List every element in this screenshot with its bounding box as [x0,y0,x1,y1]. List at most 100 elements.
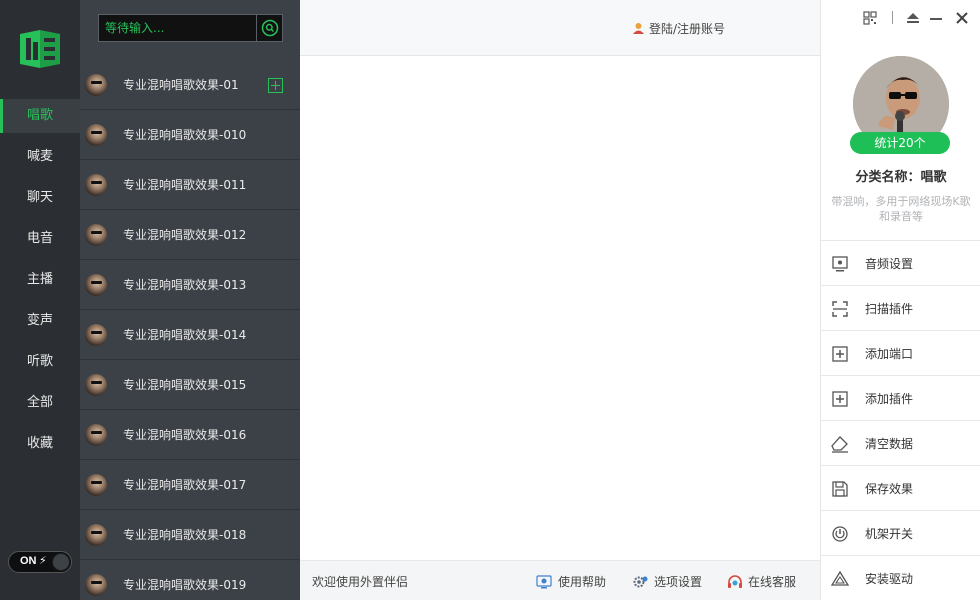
close-icon[interactable] [955,10,969,26]
nav-item[interactable]: 喊麦 [0,140,80,174]
preset-name: 专业混响唱歌效果-018 [123,528,247,542]
main-area: 登陆/注册账号 欢迎使用外置伴侣 使用帮助 选项设置 在线客服 [300,0,820,600]
nav-item[interactable]: 聊天 [0,181,80,215]
menu-item-label: 扫描插件 [865,302,914,316]
eraser-icon [831,436,848,453]
preset-name: 专业混响唱歌效果-01 [123,78,239,92]
preset-row[interactable]: 专业混响唱歌效果-01 [80,60,300,110]
menu-item[interactable]: 保存效果 [821,465,980,510]
preset-row[interactable]: 专业混响唱歌效果-016 [80,410,300,460]
nav-item[interactable]: 全部 [0,386,80,420]
help-link[interactable]: 使用帮助 [536,573,606,590]
gear-icon [633,576,648,588]
menu-item[interactable]: 添加插件 [821,375,980,420]
preset-name: 专业混响唱歌效果-019 [123,578,247,592]
support-label: 在线客服 [748,575,797,589]
preset-thumbnail [85,524,107,546]
save-icon [832,481,848,497]
bolt-icon: ⚡ [39,554,47,567]
preset-row[interactable]: 专业混响唱歌效果-015 [80,360,300,410]
preset-name: 专业混响唱歌效果-013 [123,278,247,292]
menu-item[interactable]: 机架开关 [821,510,980,555]
count-badge: 统计20个 [850,132,950,154]
search-icon [261,19,279,37]
add-port-icon [832,346,848,362]
preset-thumbnail [85,74,107,96]
monitor-icon [832,256,848,272]
right-panel: 统计20个 分类名称：唱歌 带混响，多用于网络现场K歌和录音等 音频设置扫描插件… [820,0,980,600]
options-link[interactable]: 选项设置 [632,573,702,590]
menu-item-label: 添加端口 [865,347,914,361]
preset-thumbnail [85,474,107,496]
toggle-knob [52,553,70,571]
menu-item[interactable]: 音频设置 [821,240,980,285]
preset-name: 专业混响唱歌效果-017 [123,478,247,492]
nav-item[interactable]: 主播 [0,263,80,297]
category-name: 分类名称：唱歌 [855,170,947,185]
help-label: 使用帮助 [558,575,607,589]
minimize-icon[interactable] [929,10,943,26]
preset-thumbnail [85,174,107,196]
nav-item[interactable]: 收藏 [0,427,80,461]
help-icon [536,575,552,589]
preset-thumbnail [85,124,107,146]
preset-name: 专业混响唱歌效果-014 [123,328,247,342]
toggle-label: ON [20,555,37,567]
preset-list: 专业混响唱歌效果-01 专业混响唱歌效果-010 专业混响唱歌效果-011 专业混响唱… [80,0,300,600]
grid-icon[interactable] [863,10,877,26]
category-description: 带混响，多用于网络现场K歌和录音等 [831,195,971,223]
preset-row[interactable]: 专业混响唱歌效果-012 [80,210,300,260]
content-area [300,56,820,560]
menu-item[interactable]: 安装驱动 [821,555,980,600]
scan-icon [832,301,848,317]
support-link[interactable]: 在线客服 [726,573,796,590]
preset-row[interactable]: 专业混响唱歌效果-019 [80,560,300,600]
preset-thumbnail [85,274,107,296]
preset-row[interactable]: 专业混响唱歌效果-010 [80,110,300,160]
preset-thumbnail [85,574,107,596]
menu-item-label: 清空数据 [865,437,914,451]
preset-name: 专业混响唱歌效果-010 [123,128,247,142]
preset-row[interactable]: 专业混响唱歌效果-013 [80,260,300,310]
category-nav: 唱歌喊麦聊天电音主播变声听歌全部收藏 ON ⚡ [0,0,80,600]
search-input[interactable] [99,15,255,41]
login-label: 登陆/注册账号 [648,22,725,36]
preset-name: 专业混响唱歌效果-011 [123,178,247,192]
preset-thumbnail [85,324,107,346]
search-box [98,14,283,42]
add-plugin-icon [832,391,848,407]
user-icon [632,23,644,34]
preset-row[interactable]: 专业混响唱歌效果-014 [80,310,300,360]
preset-name: 专业混响唱歌效果-016 [123,428,247,442]
preset-thumbnail [85,224,107,246]
nav-item[interactable]: 唱歌 [0,99,80,133]
menu-item-label: 音频设置 [865,257,914,271]
nav-item[interactable]: 变声 [0,304,80,338]
menu-item-label: 添加插件 [865,392,914,406]
add-preset-icon[interactable] [268,78,283,93]
power-toggle[interactable]: ON ⚡ [8,551,72,573]
eject-icon[interactable] [906,10,920,26]
status-bar: 欢迎使用外置伴侣 使用帮助 选项设置 在线客服 [300,560,820,600]
menu-item-label: 安装驱动 [865,572,914,586]
nav-item[interactable]: 听歌 [0,345,80,379]
drive-icon [831,570,849,586]
app-logo-icon [20,30,60,68]
menu-item[interactable]: 添加端口 [821,330,980,375]
login-link[interactable]: 登陆/注册账号 [632,20,725,37]
preset-name: 专业混响唱歌效果-015 [123,378,247,392]
menu-item-label: 机架开关 [865,527,914,541]
preset-thumbnail [85,424,107,446]
top-bar: 登陆/注册账号 [300,0,820,56]
search-button[interactable] [256,15,282,41]
welcome-text: 欢迎使用外置伴侣 [312,575,409,589]
preset-row[interactable]: 专业混响唱歌效果-017 [80,460,300,510]
nav-item[interactable]: 电音 [0,222,80,256]
preset-thumbnail [85,374,107,396]
menu-item[interactable]: 扫描插件 [821,285,980,330]
preset-row[interactable]: 专业混响唱歌效果-011 [80,160,300,210]
menu-item[interactable]: 清空数据 [821,420,980,465]
preset-row[interactable]: 专业混响唱歌效果-018 [80,510,300,560]
separator [892,11,893,24]
headset-icon [728,575,742,588]
